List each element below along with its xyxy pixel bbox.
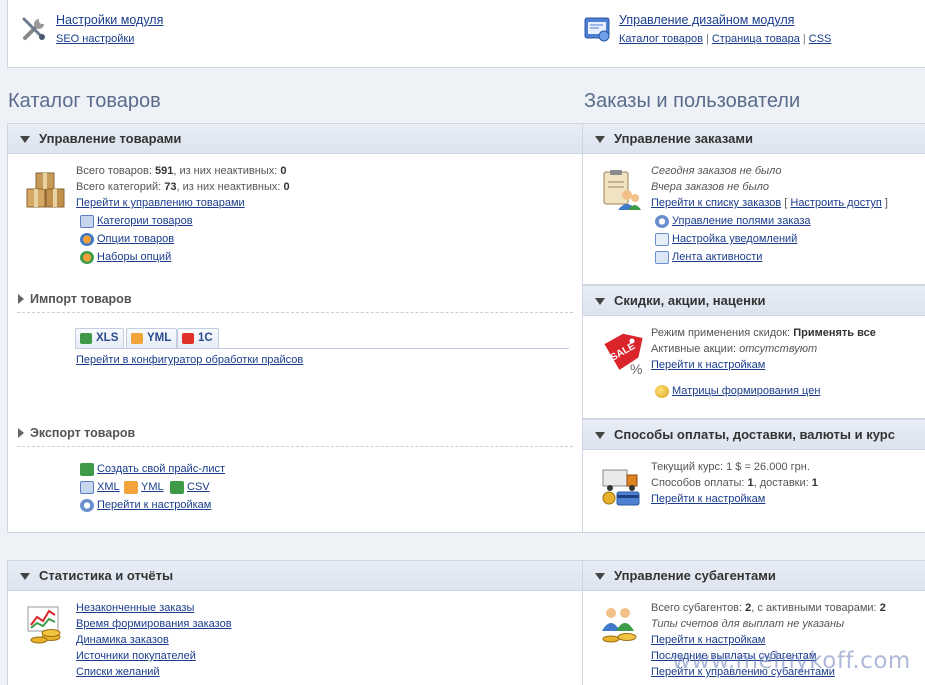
import-1c-tab[interactable]: 1C <box>177 328 219 349</box>
categories-total-line: Всего категорий: 73, из них неактивных: … <box>76 181 290 193</box>
payment-methods-line: Способов оплаты: 1, доставки: 1 <box>651 477 818 489</box>
price-configurator-link[interactable]: Перейти в конфигуратор обработки прайсов <box>76 354 303 366</box>
yml-icon <box>124 481 138 494</box>
subagents-header[interactable]: Управление субагентами <box>583 561 925 591</box>
notifications-link[interactable]: Настройка уведомлений <box>672 233 797 245</box>
payment-panel: Способы оплаты, доставки, валюты и курс … <box>583 419 925 533</box>
payment-settings-link[interactable]: Перейти к настройкам <box>651 493 765 505</box>
categories-icon <box>80 215 94 228</box>
top-panel: Настройки модуля SEO настройки Управлени… <box>7 0 925 68</box>
collapse-arrow-icon <box>595 136 605 143</box>
catalog-panel: Управление товарами Всего товаров: 591, … <box>7 123 583 533</box>
products-header[interactable]: Управление товарами <box>8 124 582 154</box>
1c-icon <box>182 333 194 344</box>
collapse-arrow-icon <box>595 432 605 439</box>
settings-icon <box>80 499 94 512</box>
import-yml-tab[interactable]: YML <box>126 328 178 349</box>
module-settings-link[interactable]: Настройки модуля <box>56 13 163 27</box>
seo-settings-link[interactable]: SEO настройки <box>56 33 134 45</box>
create-pricelist-link[interactable]: Создать свой прайс-лист <box>97 463 225 475</box>
sale-tag-icon: SALE % <box>604 333 643 376</box>
tools-icon <box>22 17 45 40</box>
excel-icon <box>80 463 94 476</box>
envelope-icon <box>655 233 669 246</box>
goto-products-link[interactable]: Перейти к управлению товарами <box>76 197 245 209</box>
orders-yesterday: Вчера заказов не было <box>651 181 769 193</box>
activity-feed-link[interactable]: Лента активности <box>672 251 762 263</box>
delivery-truck-icon <box>602 469 640 506</box>
excel-icon <box>80 333 92 344</box>
design-catalog-link[interactable]: Каталог товаров <box>619 33 703 45</box>
expand-arrow-icon <box>18 428 24 438</box>
collapse-arrow-icon <box>595 298 605 305</box>
discount-mode-line: Режим применения скидок: Применять все <box>651 327 876 339</box>
order-fields-icon <box>655 215 669 228</box>
orders-links-line: Перейти к списку заказов [ Настроить дос… <box>651 197 888 209</box>
product-options-link[interactable]: Опции товаров <box>97 233 174 245</box>
design-product-page-link[interactable]: Страница товара <box>712 33 800 45</box>
option-sets-icon <box>80 251 94 264</box>
unfinished-orders-link[interactable]: Незаконченные заказы <box>76 602 194 614</box>
export-csv-link[interactable]: CSV <box>187 481 210 493</box>
order-dynamics-link[interactable]: Динамика заказов <box>76 634 169 646</box>
svg-text:%: % <box>630 361 642 376</box>
orders-section-title: Заказы и пользователи <box>584 90 801 112</box>
configure-access-link[interactable]: Настроить доступ <box>790 197 881 209</box>
stats-chart-icon <box>27 606 61 644</box>
coins-icon <box>655 385 669 398</box>
catalog-section-title: Каталог товаров <box>8 90 161 112</box>
collapse-arrow-icon <box>20 573 30 580</box>
expand-arrow-icon <box>18 294 24 304</box>
wishlists-link[interactable]: Списки желаний <box>76 666 160 678</box>
subagents-total-line: Всего субагентов: 2, с активными товарам… <box>651 602 886 614</box>
payment-header[interactable]: Способы оплаты, доставки, валюты и курс <box>583 420 925 450</box>
subagents-settings-link[interactable]: Перейти к настройкам <box>651 634 765 646</box>
order-time-link[interactable]: Время формирования заказов <box>76 618 232 630</box>
goto-orders-link[interactable]: Перейти к списку заказов <box>651 197 781 209</box>
xml-icon <box>80 481 94 494</box>
collapse-arrow-icon <box>595 573 605 580</box>
export-yml-link[interactable]: YML <box>141 481 164 493</box>
option-sets-link[interactable]: Наборы опций <box>97 251 171 263</box>
export-header[interactable]: Экспорт товаров <box>18 426 135 440</box>
design-css-link[interactable]: CSS <box>809 33 832 45</box>
watermark-text: www.melnykoff.com <box>672 648 911 674</box>
export-settings-link[interactable]: Перейти к настройкам <box>97 499 211 511</box>
boxes-icon <box>26 172 65 208</box>
active-promos-line: Активные акции: отсутствуют <box>651 343 818 355</box>
subagents-people-icon <box>602 608 637 643</box>
discounts-panel: Скидки, акции, наценки SALE % Режим прим… <box>583 285 925 419</box>
discounts-header[interactable]: Скидки, акции, наценки <box>583 286 925 316</box>
orders-today: Сегодня заказов не было <box>651 165 782 177</box>
options-icon <box>80 233 94 246</box>
import-xls-tab[interactable]: XLS <box>75 328 125 349</box>
orders-clipboard-icon <box>603 170 641 210</box>
design-sub-links: Каталог товаров | Страница товара | CSS <box>619 33 832 45</box>
stats-header[interactable]: Статистика и отчёты <box>8 561 582 591</box>
design-management-link[interactable]: Управление дизайном модуля <box>619 13 794 27</box>
activity-feed-icon <box>655 251 669 264</box>
collapse-arrow-icon <box>20 136 30 143</box>
customer-sources-link[interactable]: Источники покупателей <box>76 650 196 662</box>
csv-icon <box>170 481 184 494</box>
export-divider <box>17 446 573 447</box>
payout-types-text: Типы счетов для выплат не указаны <box>651 618 845 630</box>
import-header[interactable]: Импорт товаров <box>18 292 132 306</box>
categories-link[interactable]: Категории товаров <box>97 215 193 227</box>
products-total-line: Всего товаров: 591, из них неактивных: 0 <box>76 165 287 177</box>
discounts-settings-link[interactable]: Перейти к настройкам <box>651 359 765 371</box>
export-xml-link[interactable]: XML <box>97 481 120 493</box>
orders-header[interactable]: Управление заказами <box>583 124 925 154</box>
import-divider <box>17 312 573 313</box>
design-icon <box>584 17 610 42</box>
yml-icon <box>131 333 143 344</box>
order-fields-link[interactable]: Управление полями заказа <box>672 215 811 227</box>
exchange-rate-line: Текущий курс: 1 $ = 26.000 грн. <box>651 461 810 473</box>
price-matrix-link[interactable]: Матрицы формирования цен <box>672 385 820 397</box>
orders-panel: Управление заказами Сегодня заказов не б… <box>583 123 925 285</box>
stats-panel: Статистика и отчёты Незаконченные заказы… <box>7 560 583 685</box>
import-tabs-line <box>75 348 569 349</box>
